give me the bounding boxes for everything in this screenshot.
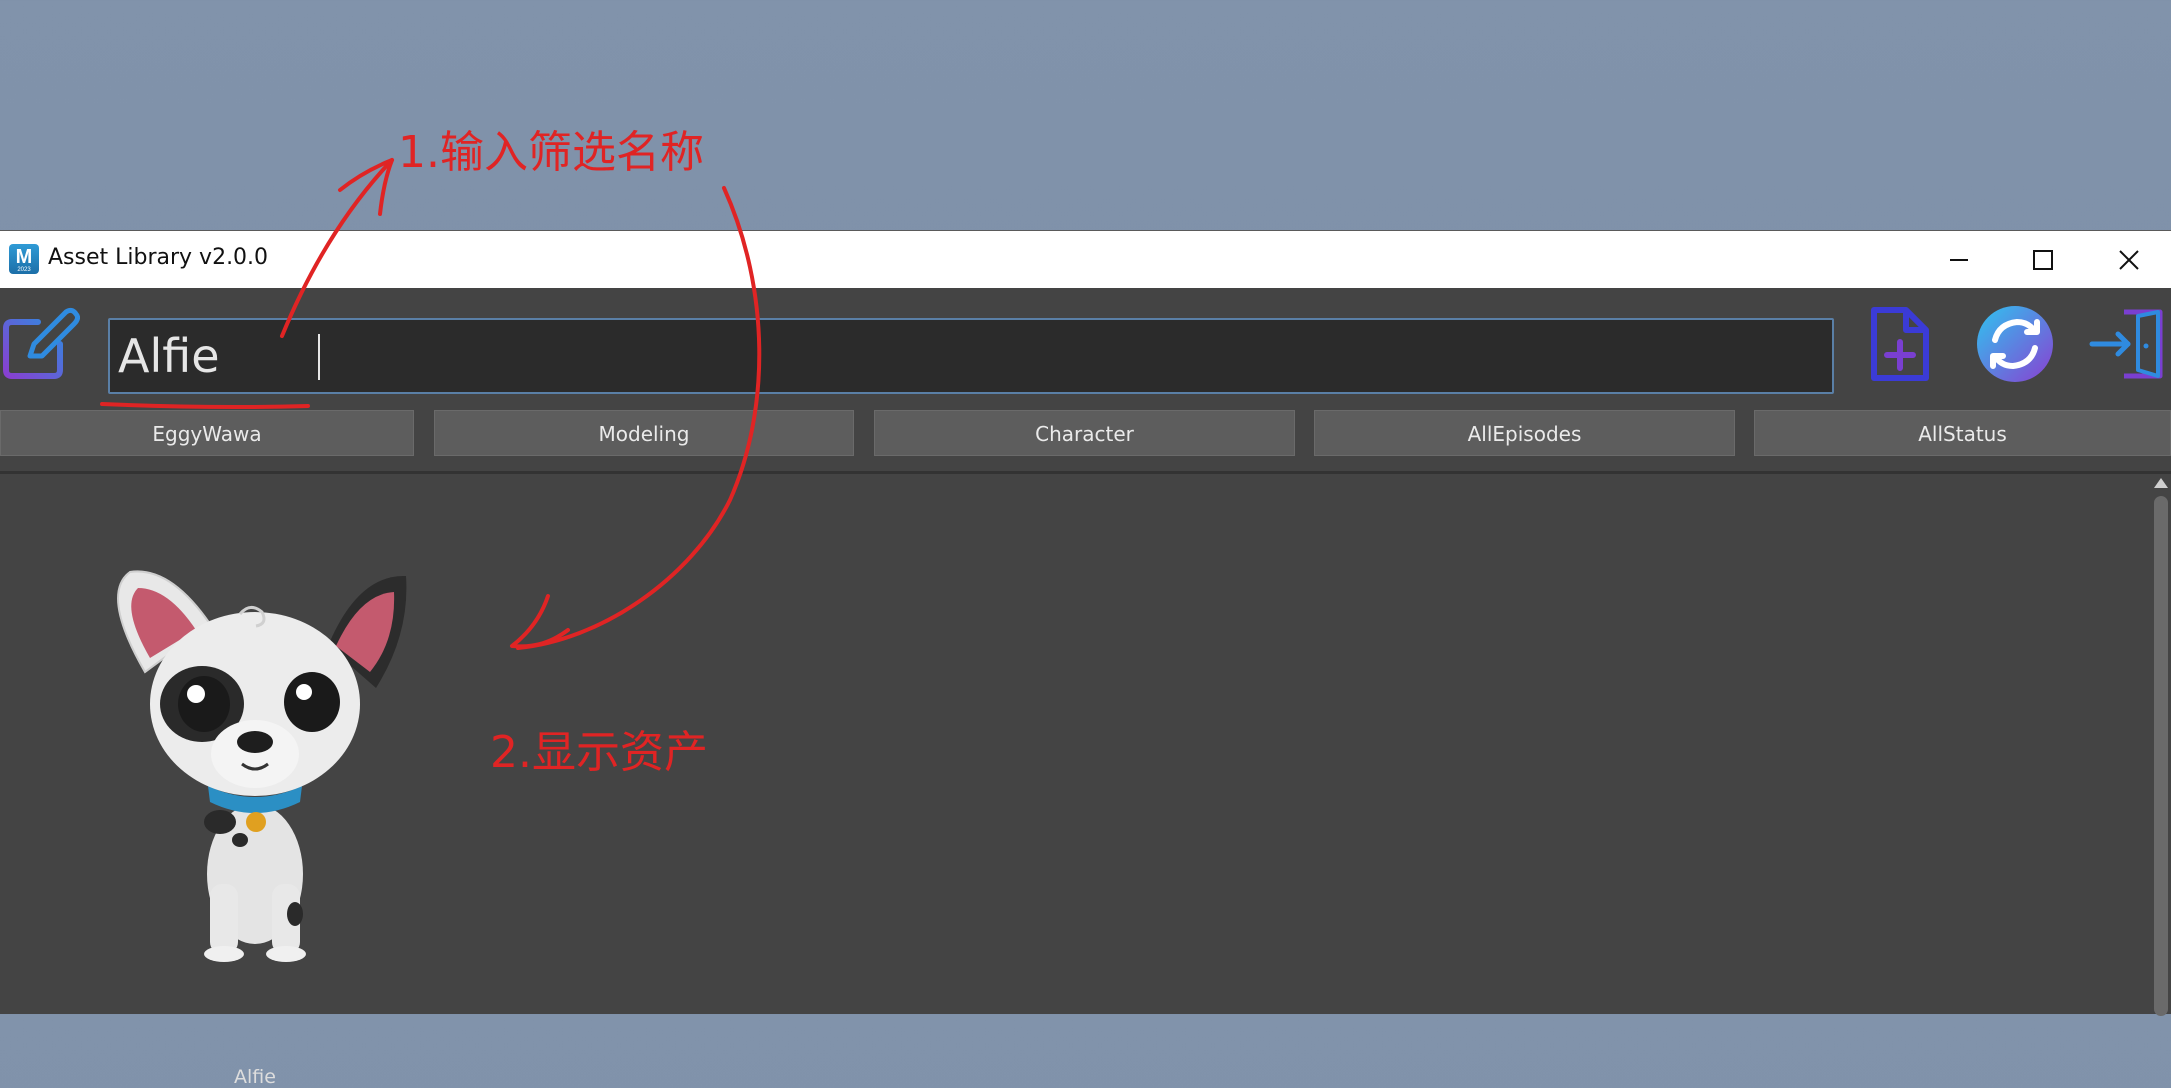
- window-title: Asset Library v2.0.0: [48, 245, 269, 270]
- annotation-step-1: 1.输入筛选名称: [398, 127, 704, 178]
- refresh-icon: [1977, 306, 2053, 382]
- maximize-button[interactable]: [2001, 231, 2085, 289]
- filter-status-dropdown[interactable]: AllStatus: [1754, 410, 2171, 456]
- filter-type-dropdown[interactable]: Character: [874, 410, 1295, 456]
- filter-bar: EggyWawa Modeling Character AllEpisodes …: [0, 410, 2171, 458]
- asset-library-window: M 2023 Asset Library v2.0.0 Alfie EggyWa…: [0, 230, 2171, 1088]
- close-button[interactable]: [2087, 231, 2171, 289]
- edit-icon: [2, 307, 81, 379]
- door-exit-icon: [2089, 309, 2163, 379]
- scroll-up-icon[interactable]: [2154, 478, 2168, 488]
- exit-button[interactable]: [2088, 304, 2168, 384]
- filter-department-dropdown[interactable]: Modeling: [434, 410, 854, 456]
- minimize-icon: [1950, 259, 1968, 261]
- filter-project-dropdown[interactable]: EggyWawa: [0, 410, 414, 456]
- maximize-icon: [2033, 250, 2053, 270]
- file-add-icon: [1871, 307, 1929, 381]
- minimize-button[interactable]: [1917, 231, 2001, 289]
- maya-app-icon: M 2023: [9, 244, 39, 274]
- vertical-scrollbar[interactable]: [2150, 474, 2171, 1016]
- asset-thumbnail-dog: [117, 570, 407, 962]
- asset-card[interactable]: Alfie: [90, 554, 420, 1088]
- edit-button[interactable]: [0, 304, 81, 384]
- annotation-arrowhead-1: [338, 158, 394, 216]
- search-field[interactable]: [108, 318, 1834, 394]
- asset-name: Alfie: [234, 1066, 276, 1088]
- app-icon-sub: 2023: [17, 267, 31, 273]
- add-asset-button[interactable]: [1860, 304, 1940, 384]
- close-icon: [2119, 250, 2139, 270]
- text-caret: [318, 334, 320, 380]
- search-input[interactable]: [110, 320, 1832, 392]
- asset-grid: Alfie: [0, 474, 2150, 1088]
- annotation-step-2: 2.显示资产: [490, 727, 708, 778]
- scroll-thumb[interactable]: [2154, 496, 2168, 1016]
- filter-episode-dropdown[interactable]: AllEpisodes: [1314, 410, 1735, 456]
- title-bar: M 2023 Asset Library v2.0.0: [0, 230, 2171, 288]
- app-icon-letter: M: [15, 246, 33, 268]
- refresh-button[interactable]: [1975, 304, 2055, 384]
